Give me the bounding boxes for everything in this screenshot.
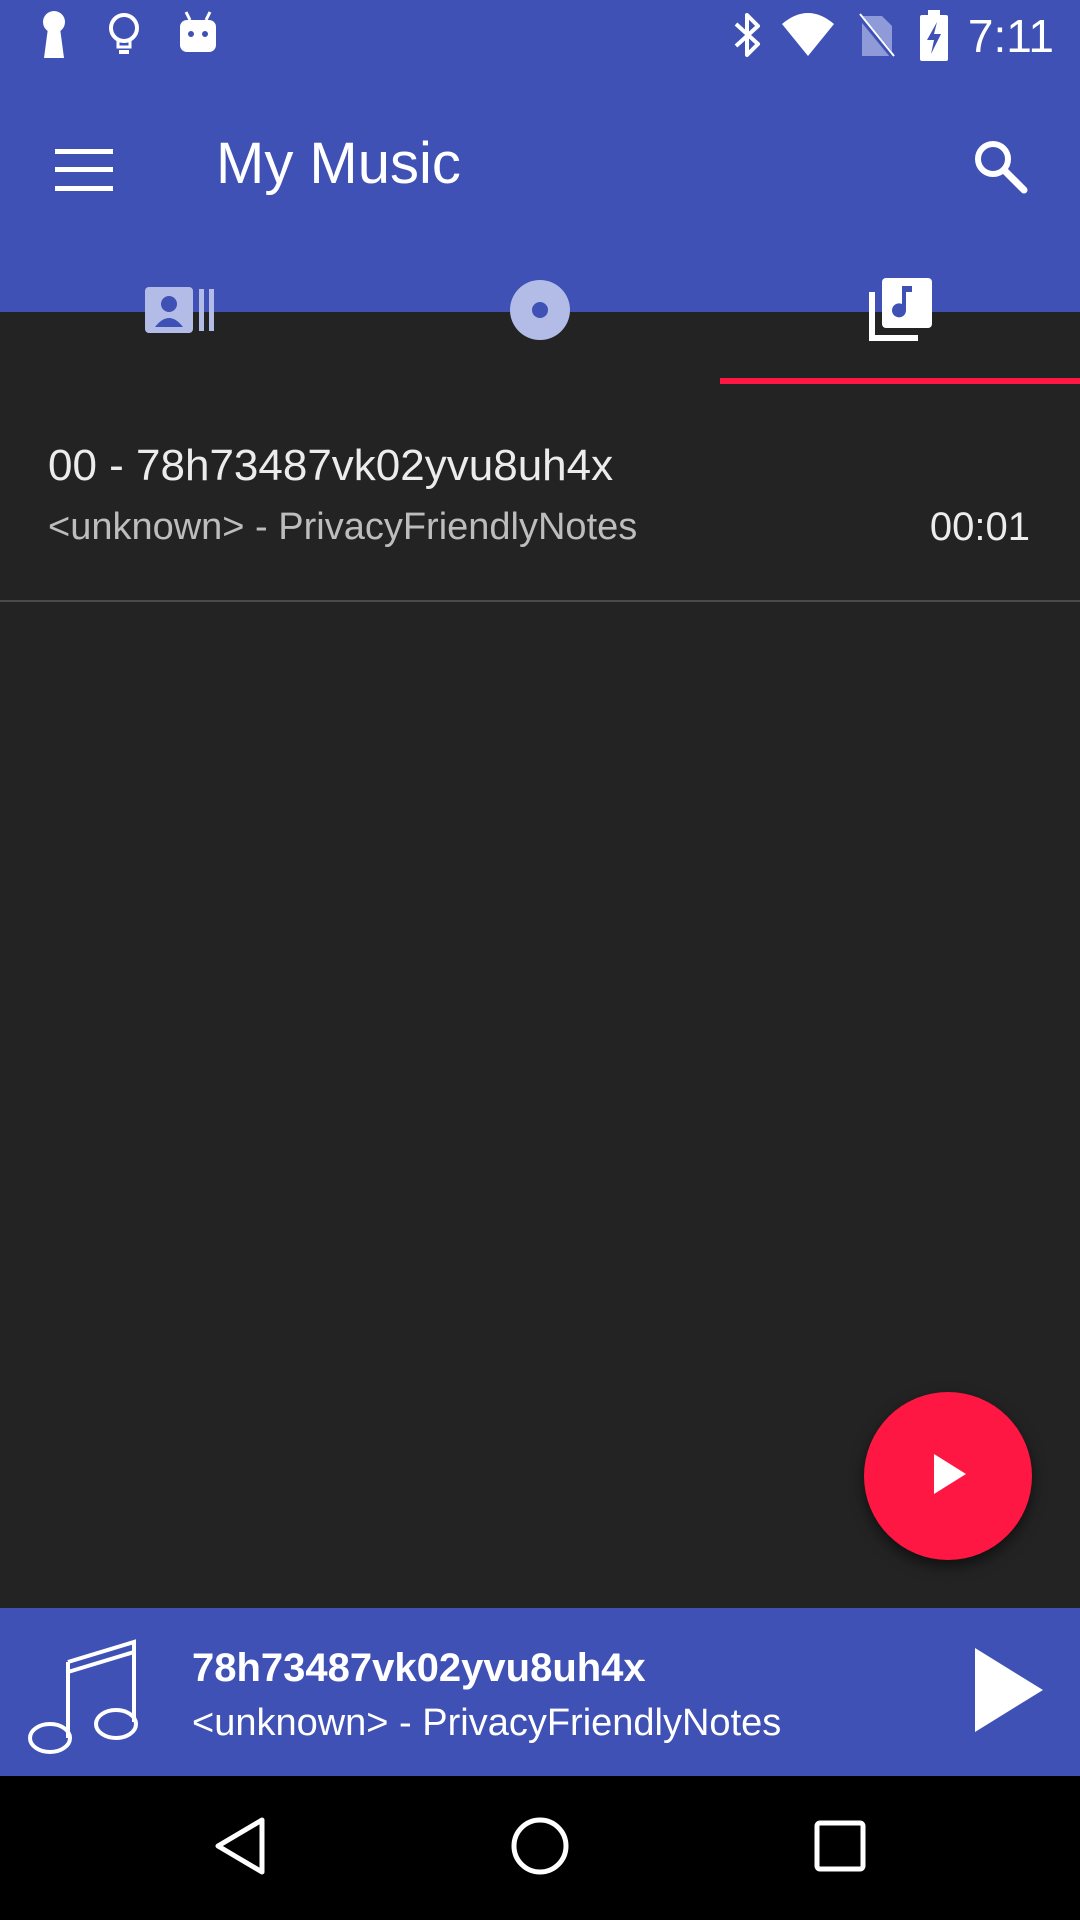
list-item[interactable]: 00 - 78h73487vk02yvu8uh4x <unknown> - Pr… — [0, 384, 1080, 602]
android-icon — [178, 10, 218, 61]
nav-home-button[interactable] — [490, 1798, 590, 1898]
artists-icon — [145, 286, 215, 338]
nav-back-button[interactable] — [190, 1798, 290, 1898]
battery-charging-icon — [918, 10, 950, 67]
page-title: My Music — [216, 131, 461, 196]
recents-icon — [814, 1820, 866, 1877]
no-sim-icon — [856, 10, 896, 65]
song-list: 00 - 78h73487vk02yvu8uh4x <unknown> - Pr… — [0, 384, 1080, 602]
back-icon — [212, 1816, 268, 1881]
music-note-icon — [24, 1626, 144, 1758]
hamburger-menu-icon — [55, 148, 113, 196]
song-title: 00 - 78h73487vk02yvu8uh4x — [48, 441, 614, 490]
tab-artists[interactable] — [0, 240, 360, 384]
now-playing-title: 78h73487vk02yvu8uh4x — [192, 1646, 646, 1690]
wifi-icon — [780, 10, 836, 65]
lightbulb-icon — [106, 10, 142, 65]
bluetooth-icon — [730, 10, 766, 65]
tab-albums[interactable] — [360, 240, 720, 384]
keyhole-icon — [36, 10, 72, 65]
song-duration: 00:01 — [929, 505, 1030, 549]
play-icon — [928, 1452, 968, 1501]
app-bar: My Music — [0, 72, 1080, 384]
now-playing-subtitle: <unknown> - PrivacyFriendlyNotes — [192, 1702, 782, 1744]
play-all-fab[interactable] — [864, 1392, 1032, 1560]
navigation-bar — [0, 1776, 1080, 1920]
tab-songs[interactable] — [720, 240, 1080, 384]
mini-player-play-button[interactable] — [958, 1642, 1058, 1742]
search-button[interactable] — [950, 118, 1050, 218]
status-bar: 7:11 — [0, 0, 1080, 72]
status-time: 7:11 — [967, 10, 1054, 62]
mini-player[interactable]: 78h73487vk02yvu8uh4x <unknown> - Privacy… — [0, 1608, 1080, 1776]
menu-button[interactable] — [34, 122, 134, 222]
song-library-icon — [868, 277, 932, 347]
song-subtitle: <unknown> - PrivacyFriendlyNotes — [48, 506, 638, 548]
screen: 7:11 My Music 00 - 78h73487vk02yvu8uh4x … — [0, 0, 1080, 1920]
search-icon — [972, 138, 1028, 199]
nav-recents-button[interactable] — [790, 1798, 890, 1898]
home-icon — [510, 1816, 570, 1881]
tab-bar — [0, 240, 1080, 384]
play-icon — [973, 1647, 1043, 1737]
album-disc-icon — [509, 279, 571, 346]
